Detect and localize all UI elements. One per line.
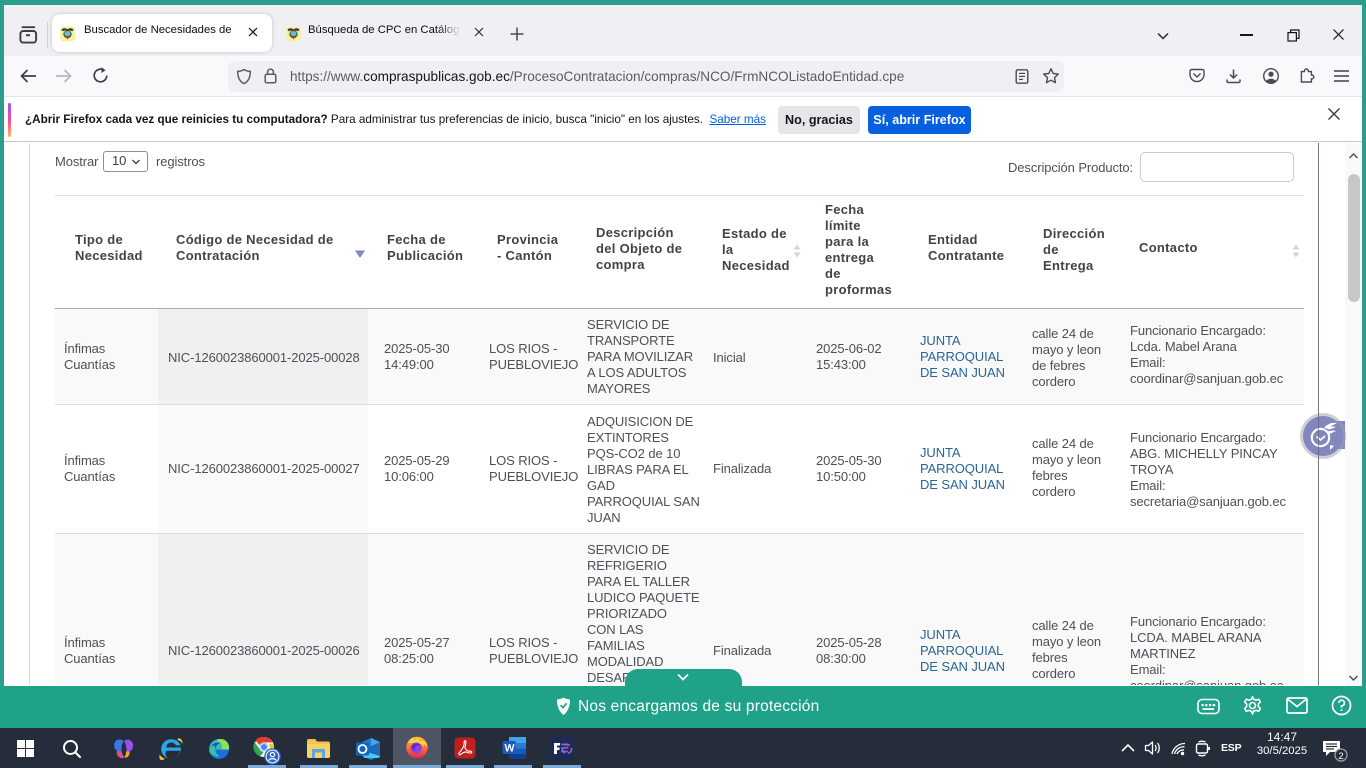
svg-text:2: 2 bbox=[1338, 751, 1343, 762]
